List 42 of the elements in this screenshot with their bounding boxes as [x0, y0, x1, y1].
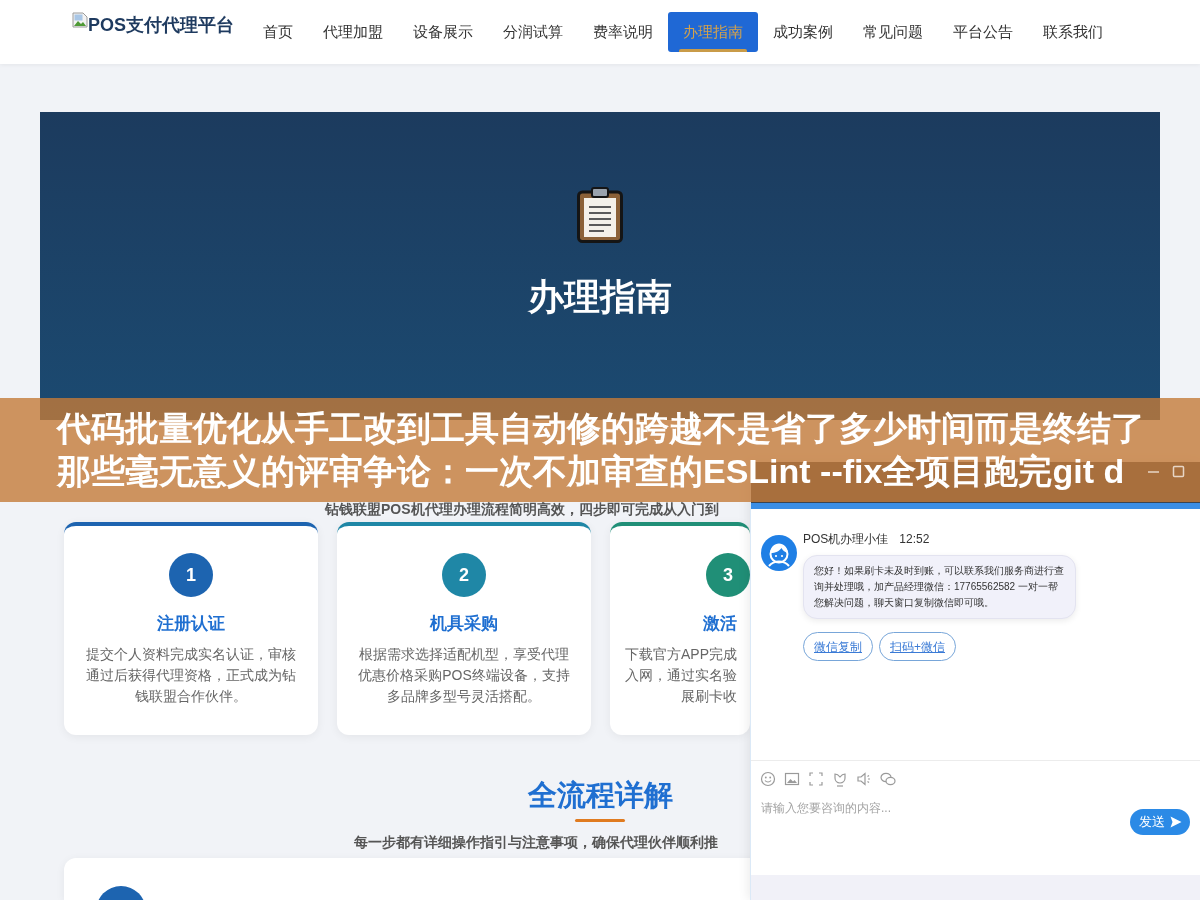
section-subtitle: 每一步都有详细操作指引与注意事项，确保代理伙伴顺利推 [354, 833, 718, 852]
section-subtitle: 钻钱联盟POS机代理办理流程简明高效，四步即可完成从入门到 [325, 502, 719, 516]
maximize-icon[interactable] [1172, 465, 1185, 478]
nav-link[interactable]: 平台公告 [938, 12, 1028, 52]
send-button[interactable]: 发送 [1130, 809, 1190, 835]
section-title: 全流程详解 [527, 778, 673, 813]
nav-link[interactable]: 常见问题 [848, 12, 938, 52]
nav-link[interactable]: 成功案例 [758, 12, 848, 52]
banner-headline: 代码批量优化从手工改到工具自动修的跨越不是省了多少时间而是终结了那些毫无意义的评审争论：一次不加审查的ESLint --fix全项目跑完git d [57, 408, 1146, 492]
agent-name: POS机办理小佳 [803, 531, 889, 547]
step-number: 3 [706, 553, 750, 597]
chat-bubbles-icon[interactable] [880, 770, 896, 787]
step-description: 提交个人资料完成实名认证，审核通过后获得代理资格，正式成为钻钱联盟合作伙伴。 [85, 645, 297, 706]
quick-reply-button[interactable]: 微信复制 [803, 632, 873, 661]
message-time: 12:52 [899, 531, 930, 547]
quick-reply-button[interactable]: 扫码+微信 [879, 632, 956, 661]
broken-image-icon [72, 12, 88, 28]
message-bubble: 您好！如果刷卡未及时到账，可以联系我们服务商进行查询并处理哦，加产品经理微信：17765562582 一对一帮您解决问题，聊天窗口复制微信即可哦。 [803, 555, 1076, 619]
step-description: 下载官方APP完成入网，通过实名验展刷卡收 [624, 645, 737, 706]
flower-icon[interactable] [832, 770, 848, 787]
nav-link[interactable]: 设备展示 [398, 12, 488, 52]
site-logo[interactable]: POS支付代理平台 [88, 14, 234, 36]
step-title: 激活 [703, 613, 737, 635]
title-underline [575, 819, 625, 822]
step-number: 1 [169, 553, 213, 597]
image-icon[interactable] [784, 770, 800, 787]
nav-link[interactable]: 联系我们 [1028, 12, 1118, 52]
hero-title: 办理指南 [528, 275, 672, 319]
nav-link[interactable]: 代理加盟 [308, 12, 398, 52]
step-number: 2 [442, 553, 486, 597]
send-icon [1169, 816, 1182, 828]
step-description: 根据需求选择适配机型，享受代理优惠价格采购POS终端设备，支持多品牌多型号灵活搭配。 [357, 645, 571, 706]
agent-avatar-icon [761, 535, 797, 571]
fullscreen-icon[interactable] [808, 770, 824, 787]
nav-link[interactable]: 首页 [248, 12, 308, 52]
speaker-icon[interactable] [856, 770, 872, 787]
nav-link[interactable]: 分润试算 [488, 12, 578, 52]
nav-link[interactable]: 费率说明 [578, 12, 668, 52]
clipboard-icon [577, 187, 623, 243]
step-title: 机具采购 [430, 613, 498, 635]
step-title: 注册认证 [157, 613, 225, 635]
smiley-icon[interactable] [760, 770, 776, 787]
